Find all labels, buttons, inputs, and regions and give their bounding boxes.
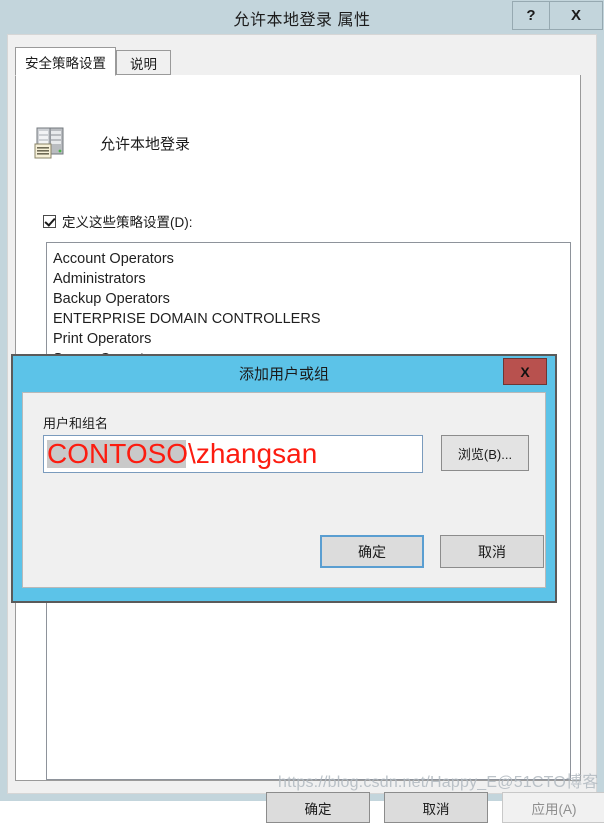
add-user-or-group-dialog: 添加用户或组 X 用户和组名 CONTOSO\zhangsan 浏览(B)...…: [11, 354, 557, 603]
cancel-button[interactable]: 取消: [384, 792, 488, 823]
modal-body: 用户和组名 CONTOSO\zhangsan 浏览(B)... 确定 取消: [22, 392, 546, 588]
modal-title: 添加用户或组: [238, 366, 329, 383]
list-item[interactable]: ENTERPRISE DOMAIN CONTROLLERS: [53, 309, 570, 329]
tab-strip: 安全策略设置 说明: [15, 47, 581, 76]
modal-title-bar: 添加用户或组 X: [13, 356, 555, 390]
user-group-name-label: 用户和组名: [43, 416, 109, 431]
list-item[interactable]: Backup Operators: [53, 289, 570, 309]
list-item[interactable]: Account Operators: [53, 249, 570, 269]
user-group-name-input[interactable]: CONTOSO\zhangsan: [43, 435, 423, 473]
user-group-name-value: CONTOSO\zhangsan: [47, 438, 318, 469]
tab-security-policy-setting[interactable]: 安全策略设置: [15, 47, 116, 76]
define-policy-label: 定义这些策略设置(D):: [62, 215, 193, 230]
list-item[interactable]: Print Operators: [53, 329, 570, 349]
close-icon[interactable]: X: [550, 1, 603, 30]
list-item[interactable]: Administrators: [53, 269, 570, 289]
apply-button[interactable]: 应用(A): [502, 792, 604, 823]
ok-button[interactable]: 确定: [266, 792, 370, 823]
define-policy-row[interactable]: 定义这些策略设置(D):: [43, 211, 193, 231]
modal-cancel-button[interactable]: 取消: [440, 535, 544, 568]
browse-button[interactable]: 浏览(B)...: [441, 435, 529, 471]
policy-header: 允许本地登录: [30, 123, 190, 163]
policy-name: 允许本地登录: [100, 135, 191, 153]
help-icon[interactable]: ?: [512, 1, 550, 30]
modal-ok-button[interactable]: 确定: [320, 535, 424, 568]
tab-explain[interactable]: 说明: [116, 50, 171, 75]
dialog-button-row: 确定 取消 应用(A): [266, 792, 604, 824]
title-bar: 允许本地登录 属性 ? X: [0, 0, 604, 34]
policy-server-icon: [34, 127, 64, 159]
modal-close-icon[interactable]: X: [503, 358, 547, 385]
define-policy-checkbox[interactable]: [43, 214, 56, 228]
